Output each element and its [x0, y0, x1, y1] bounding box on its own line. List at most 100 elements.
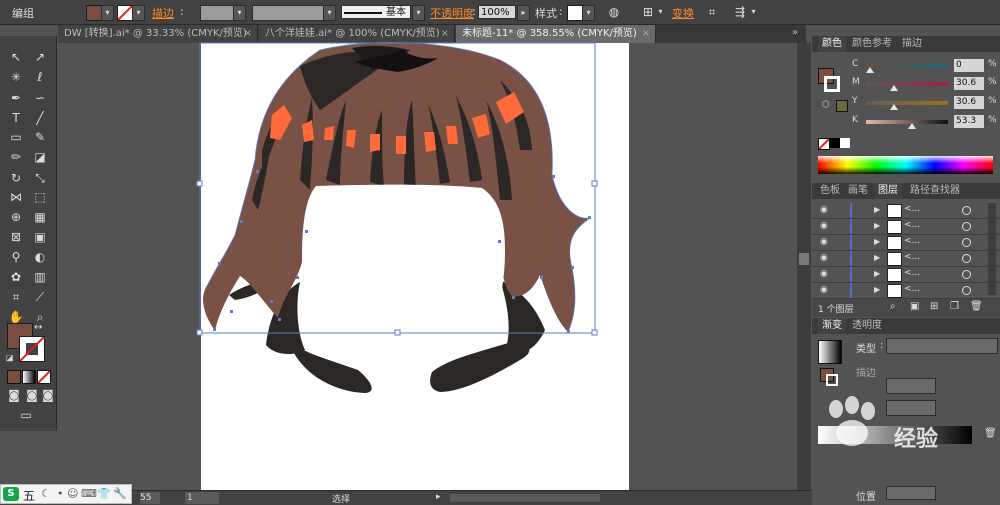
cyan-knob[interactable]: [866, 67, 874, 73]
layer-color-bar: [850, 219, 852, 234]
expand-triangle-icon[interactable]: ▶: [874, 285, 880, 294]
artboard-number-field[interactable]: 1: [185, 492, 219, 504]
layer-thumbnail: [887, 284, 902, 298]
layer-name: <...: [904, 284, 921, 294]
new-layer-icon[interactable]: ❐: [950, 301, 959, 312]
punctuation-icon[interactable]: •: [57, 487, 64, 500]
expand-triangle-icon[interactable]: ▶: [874, 221, 880, 230]
gradient-type-label: 类型: [856, 344, 876, 355]
tab-color[interactable]: 颜色: [818, 36, 846, 52]
target-circle-icon[interactable]: [962, 254, 971, 263]
yellow-knob[interactable]: [890, 104, 898, 110]
magenta-knob[interactable]: [890, 85, 898, 91]
color-stroke-swatch[interactable]: [824, 76, 840, 92]
yellow-input[interactable]: 30.6: [954, 96, 984, 109]
layer-color-bar: [850, 203, 852, 218]
black-input[interactable]: 53.3: [954, 115, 984, 128]
target-circle-icon[interactable]: [962, 238, 971, 247]
layer-count-label: 1 个图层: [818, 305, 854, 315]
visibility-eye-icon[interactable]: ◉: [820, 253, 828, 263]
cyan-input[interactable]: 0: [954, 59, 984, 72]
visibility-eye-icon[interactable]: ◉: [820, 205, 828, 215]
tab-stroke[interactable]: 描边: [898, 36, 926, 52]
color-panel: 颜色 颜色参考 描边 ⬡ C 0 % M 30.6 % Y 30.6 % K 5…: [812, 36, 1000, 182]
gradient-stroke-swatch[interactable]: [826, 374, 838, 386]
color-spectrum[interactable]: [818, 156, 993, 174]
layer-thumbnail: [887, 252, 902, 266]
status-play-icon[interactable]: ▸: [436, 492, 441, 502]
tab-brushes[interactable]: 画笔: [844, 183, 872, 199]
magenta-input[interactable]: 30.6: [954, 77, 984, 90]
vertical-scrollbar[interactable]: [797, 43, 811, 493]
visibility-eye-icon[interactable]: ◉: [820, 269, 828, 279]
gradient-position-field[interactable]: [886, 486, 936, 500]
gradient-angle-field[interactable]: [886, 378, 936, 394]
paw-logo-icon: [829, 396, 875, 446]
visibility-eye-icon[interactable]: ◉: [820, 237, 828, 247]
expand-triangle-icon[interactable]: ▶: [874, 237, 880, 246]
gradient-stroke-label: 描边: [856, 368, 876, 379]
layer-row[interactable]: ◉ ▶ <...: [812, 251, 1000, 267]
visibility-eye-icon[interactable]: ◉: [820, 285, 828, 295]
target-circle-icon[interactable]: [962, 286, 971, 295]
magenta-track[interactable]: [866, 82, 948, 86]
ime-mode-label[interactable]: 五: [23, 487, 35, 504]
gradient-type-select[interactable]: [886, 338, 998, 354]
target-circle-icon[interactable]: [962, 222, 971, 231]
target-circle-icon[interactable]: [962, 206, 971, 215]
tab-color-guide[interactable]: 颜色参考: [848, 36, 896, 52]
cyan-track[interactable]: [866, 64, 948, 68]
target-circle-icon[interactable]: [962, 270, 971, 279]
tab-swatches[interactable]: 色板: [816, 183, 844, 199]
visibility-eye-icon[interactable]: ◉: [820, 221, 828, 231]
black-track[interactable]: [866, 120, 948, 124]
none-swatch[interactable]: [818, 138, 830, 150]
gradient-preview[interactable]: [818, 340, 842, 364]
layer-color-bar: [850, 283, 852, 298]
layer-row[interactable]: ◉ ▶ <...: [812, 235, 1000, 251]
gamut-swatch[interactable]: [836, 100, 848, 112]
expand-triangle-icon[interactable]: ▶: [874, 253, 880, 262]
tab-pathfinder[interactable]: 路径查找器: [906, 183, 964, 199]
expand-triangle-icon[interactable]: ▶: [874, 269, 880, 278]
layer-row[interactable]: ◉ ▶ <...: [812, 283, 1000, 299]
layer-name: <...: [904, 220, 921, 230]
tab-transparency[interactable]: 透明度: [848, 318, 886, 334]
ime-logo-icon[interactable]: S: [3, 487, 19, 501]
clipping-mask-icon[interactable]: ▣: [910, 301, 919, 312]
tab-layers[interactable]: 图层: [874, 183, 902, 199]
layer-thumbnail: [887, 236, 902, 250]
gradient-position-label: 位置: [856, 492, 876, 503]
current-tool-label: 选择: [332, 495, 351, 505]
layer-thumbnail: [887, 268, 902, 282]
layers-panel: 色板 画笔 图层 路径查找器 ◉ ▶ <... ◉ ▶ <... ◉ ▶ <... ◉ ▶ <... ◉…: [812, 183, 1000, 317]
scroll-thumb[interactable]: [799, 253, 809, 265]
horizontal-scrollbar[interactable]: [450, 494, 600, 502]
layers-footer: 1 个图层 ⌕ ▣ ⊞ ❐ 🗑: [812, 299, 1000, 317]
watermark: 经验: [818, 395, 1000, 465]
layer-name: <...: [904, 252, 921, 262]
skin-icon[interactable]: 👕: [97, 487, 111, 500]
moon-icon[interactable]: ☾: [41, 487, 51, 500]
out-of-gamut-icon[interactable]: ⬡: [822, 100, 830, 110]
yellow-track[interactable]: [866, 101, 948, 105]
locate-object-icon[interactable]: ⌕: [890, 301, 896, 312]
black-knob[interactable]: [908, 123, 916, 129]
settings-icon[interactable]: 🔧: [113, 487, 127, 500]
white-swatch[interactable]: [840, 138, 850, 148]
layer-color-bar: [850, 267, 852, 282]
delete-layer-icon[interactable]: 🗑: [970, 301, 983, 312]
black-swatch[interactable]: [830, 138, 840, 148]
new-sublayer-icon[interactable]: ⊞: [930, 301, 938, 312]
emoji-icon[interactable]: ☺: [67, 487, 78, 500]
expand-triangle-icon[interactable]: ▶: [874, 205, 880, 214]
zoom-field[interactable]: 55: [140, 492, 160, 504]
layers-scrollbar[interactable]: [988, 203, 996, 295]
layer-color-bar: [850, 235, 852, 250]
layer-row[interactable]: ◉ ▶ <...: [812, 267, 1000, 283]
tab-gradient[interactable]: 渐变: [818, 318, 846, 334]
keyboard-icon[interactable]: ⌨: [81, 487, 97, 500]
layer-row[interactable]: ◉ ▶ <...: [812, 219, 1000, 235]
layer-name: <...: [904, 268, 921, 278]
layer-row[interactable]: ◉ ▶ <...: [812, 203, 1000, 219]
